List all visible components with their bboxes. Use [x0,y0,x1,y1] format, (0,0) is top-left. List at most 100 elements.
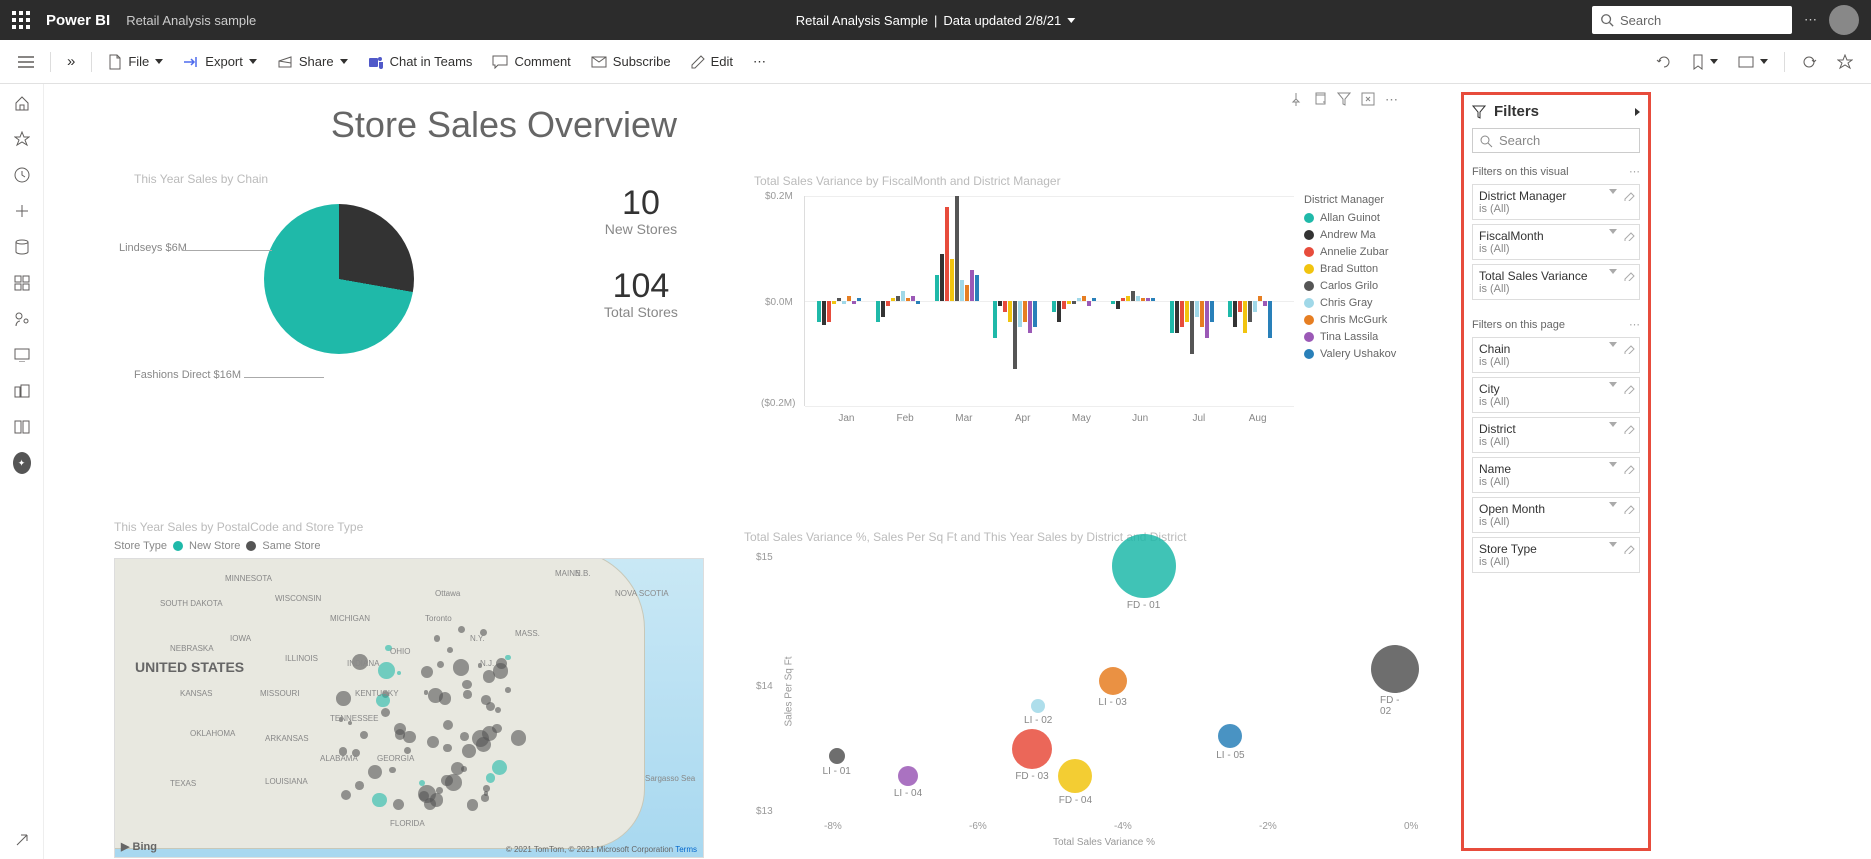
bar[interactable] [1141,298,1145,301]
favorites-icon[interactable] [13,130,31,148]
bar[interactable] [1268,301,1272,338]
bar[interactable] [857,298,861,301]
map-point[interactable] [483,785,489,791]
filter-card[interactable]: Districtis (All) [1472,417,1640,453]
map-point[interactable] [462,680,471,689]
chevron-down-icon[interactable] [1609,269,1617,274]
bar[interactable] [911,296,915,301]
eraser-icon[interactable] [1623,189,1635,201]
chevron-down-icon[interactable] [1609,422,1617,427]
scatter-bubble[interactable] [1031,699,1045,713]
bar[interactable] [1210,301,1214,322]
bar[interactable] [1052,301,1056,312]
chevron-down-icon[interactable] [1609,382,1617,387]
workspaces-icon[interactable] [13,382,31,400]
bar[interactable] [1228,301,1232,317]
map-point[interactable] [378,662,395,679]
legend-item[interactable]: Chris McGurk [1304,314,1396,326]
bar[interactable] [1111,301,1115,304]
filter-card[interactable]: Cityis (All) [1472,377,1640,413]
more-visual-icon[interactable]: ⋯ [1385,92,1398,108]
bar[interactable] [955,196,959,301]
legend-item[interactable]: Carlos Grilo [1304,280,1396,292]
bar[interactable] [1131,291,1135,302]
map-point[interactable] [341,790,351,800]
more-toolbar[interactable]: ⋯ [745,50,774,74]
map-point[interactable] [424,690,428,694]
bar[interactable] [896,296,900,301]
map-point[interactable] [443,744,452,753]
eraser-icon[interactable] [1623,542,1635,554]
map-point[interactable] [467,799,479,811]
legend-item[interactable]: Brad Sutton [1304,263,1396,275]
bar[interactable] [842,301,846,304]
bar[interactable] [970,270,974,302]
my-workspace-icon[interactable] [13,418,31,436]
bar[interactable] [1258,296,1262,301]
map-point[interactable] [439,692,452,705]
bar[interactable] [940,254,944,301]
eraser-icon[interactable] [1623,462,1635,474]
filter-icon[interactable] [1337,92,1351,106]
map-point[interactable] [368,765,382,779]
bar[interactable] [1233,301,1237,327]
bar[interactable] [1146,298,1150,301]
filter-card[interactable]: Chainis (All) [1472,337,1640,373]
avatar[interactable] [1829,5,1859,35]
map-point[interactable] [336,691,350,705]
legend-item[interactable]: Annelie Zubar [1304,246,1396,258]
scatter-visual[interactable]: Total Sales Variance %, Sales Per Sq Ft … [744,524,1424,844]
home-icon[interactable] [13,94,31,112]
scatter-bubble[interactable] [1012,729,1052,769]
bar[interactable] [1126,296,1130,301]
eraser-icon[interactable] [1623,382,1635,394]
chevron-down-icon[interactable] [1609,462,1617,467]
map-point[interactable] [419,780,425,786]
pie-visual[interactable]: This Year Sales by Chain Lindseys $6M Fa… [154,184,604,354]
bar[interactable] [945,207,949,302]
shared-icon[interactable] [13,310,31,328]
filter-card[interactable]: Store Typeis (All) [1472,537,1640,573]
legend-item[interactable]: Chris Gray [1304,297,1396,309]
bar[interactable] [1003,301,1007,312]
datasets-icon[interactable] [13,238,31,256]
bar[interactable] [1062,301,1066,309]
bar[interactable] [822,301,826,325]
edit-button[interactable]: Edit [683,50,741,73]
chevron-down-icon[interactable] [1609,189,1617,194]
map-point[interactable] [492,760,507,775]
bar[interactable] [881,301,885,317]
eraser-icon[interactable] [1623,502,1635,514]
map-point[interactable] [492,724,502,734]
bar[interactable] [950,259,954,301]
map-point[interactable] [461,766,467,772]
bar[interactable] [891,298,895,301]
bar[interactable] [1033,301,1037,327]
map-point[interactable] [403,731,416,744]
chevron-down-icon[interactable] [1609,502,1617,507]
terms-link[interactable]: Terms [675,845,697,854]
file-menu[interactable]: File [100,50,171,74]
bar[interactable] [1248,301,1252,322]
filter-card[interactable]: District Manageris (All) [1472,184,1640,220]
bar[interactable] [847,296,851,301]
map-point[interactable] [493,663,508,678]
bookmark-button[interactable] [1684,50,1726,74]
bar[interactable] [998,301,1002,306]
expand-icon[interactable] [13,831,31,849]
chevron-down-icon[interactable] [1609,342,1617,347]
bar[interactable] [1121,298,1125,301]
map-point[interactable] [458,626,465,633]
filter-search[interactable]: Search [1472,128,1640,153]
bar[interactable] [975,275,979,301]
copy-icon[interactable] [1313,92,1327,106]
filter-card[interactable]: FiscalMonthis (All) [1472,224,1640,260]
bar[interactable] [1136,296,1140,301]
bar[interactable] [935,275,939,301]
bar[interactable] [827,301,831,322]
bar[interactable] [1057,301,1061,322]
map-point[interactable] [463,690,471,698]
bar[interactable] [1243,301,1247,333]
filter-card[interactable]: Total Sales Varianceis (All) [1472,264,1640,300]
map-point[interactable] [505,687,511,693]
